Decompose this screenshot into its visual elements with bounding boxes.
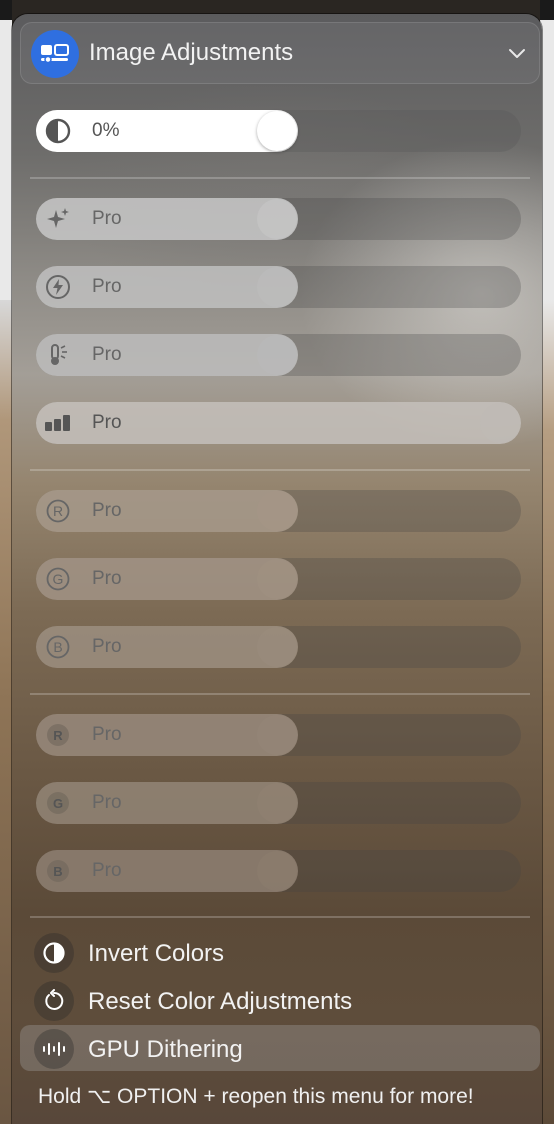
slider-knob[interactable] — [257, 559, 297, 599]
lightning-icon — [44, 273, 72, 301]
lightning-slider[interactable]: Pro — [36, 266, 521, 308]
filled-letter-b-icon: B — [44, 857, 72, 885]
slider-knob[interactable] — [257, 199, 297, 239]
footer-hint: Hold ⌥ OPTION + reopen this menu for mor… — [38, 1085, 474, 1108]
slider-label: Pro — [92, 724, 122, 745]
menu-title: Image Adjustments — [89, 39, 294, 66]
invert-icon — [34, 933, 74, 973]
gpu-dithering-item[interactable]: GPU Dithering — [20, 1025, 540, 1071]
thermometer-icon — [44, 341, 72, 369]
circle-letter-r-icon: R — [44, 497, 72, 525]
reset-color-adjustments-item[interactable]: Reset Color Adjustments — [20, 977, 540, 1023]
divider — [30, 469, 530, 471]
red-filled-slider[interactable]: R Pro — [36, 714, 521, 756]
divider — [30, 693, 530, 695]
svg-text:G: G — [53, 796, 63, 811]
svg-text:B: B — [53, 639, 62, 655]
desktop-background-right — [540, 0, 554, 1124]
brightness-slider[interactable]: 0% — [36, 110, 521, 152]
slider-knob[interactable] — [257, 267, 297, 307]
chevron-down-icon[interactable] — [507, 43, 527, 68]
slider-label: Pro — [92, 344, 122, 365]
bars-slider[interactable]: Pro — [36, 402, 521, 444]
display-settings-icon — [31, 30, 79, 78]
slider-label: Pro — [92, 792, 122, 813]
invert-colors-item[interactable]: Invert Colors — [20, 929, 540, 975]
slider-label: Pro — [92, 860, 122, 881]
svg-text:G: G — [53, 571, 64, 587]
circle-letter-b-icon: B — [44, 633, 72, 661]
menu-item-label: Reset Color Adjustments — [88, 988, 353, 1015]
menu-item-label: Invert Colors — [88, 940, 225, 967]
divider — [30, 916, 530, 918]
bars-icon — [44, 409, 72, 437]
slider-knob[interactable] — [257, 491, 297, 531]
svg-text:R: R — [53, 728, 63, 743]
green-filled-slider[interactable]: G Pro — [36, 782, 521, 824]
svg-text:B: B — [53, 864, 62, 879]
slider-label: Pro — [92, 568, 122, 589]
image-adjustments-header[interactable]: Image Adjustments — [20, 22, 540, 84]
menu-item-label: GPU Dithering — [88, 1036, 243, 1063]
slider-label: Pro — [92, 636, 122, 657]
filled-letter-g-icon: G — [44, 789, 72, 817]
sparkle-icon — [44, 205, 72, 233]
slider-knob[interactable] — [257, 783, 297, 823]
slider-label: Pro — [92, 500, 122, 521]
blue-slider[interactable]: B Pro — [36, 626, 521, 668]
temperature-slider[interactable]: Pro — [36, 334, 521, 376]
red-slider[interactable]: R Pro — [36, 490, 521, 532]
slider-label: Pro — [92, 412, 122, 433]
slider-knob[interactable] — [257, 627, 297, 667]
slider-label: Pro — [92, 276, 122, 297]
svg-text:R: R — [53, 503, 63, 519]
green-slider[interactable]: G Pro — [36, 558, 521, 600]
slider-knob[interactable] — [480, 403, 520, 443]
slider-knob[interactable] — [257, 715, 297, 755]
brightness-slider-knob[interactable] — [257, 111, 297, 151]
slider-knob[interactable] — [257, 335, 297, 375]
brightness-value: 0% — [92, 120, 120, 141]
reset-icon — [34, 981, 74, 1021]
blue-filled-slider[interactable]: B Pro — [36, 850, 521, 892]
slider-label: Pro — [92, 208, 122, 229]
sparkle-slider[interactable]: Pro — [36, 198, 521, 240]
contrast-icon — [44, 117, 72, 145]
slider-knob[interactable] — [257, 851, 297, 891]
desktop-background-left — [0, 0, 12, 1124]
filled-letter-r-icon: R — [44, 721, 72, 749]
waveform-icon — [34, 1029, 74, 1069]
divider — [30, 177, 530, 179]
circle-letter-g-icon: G — [44, 565, 72, 593]
